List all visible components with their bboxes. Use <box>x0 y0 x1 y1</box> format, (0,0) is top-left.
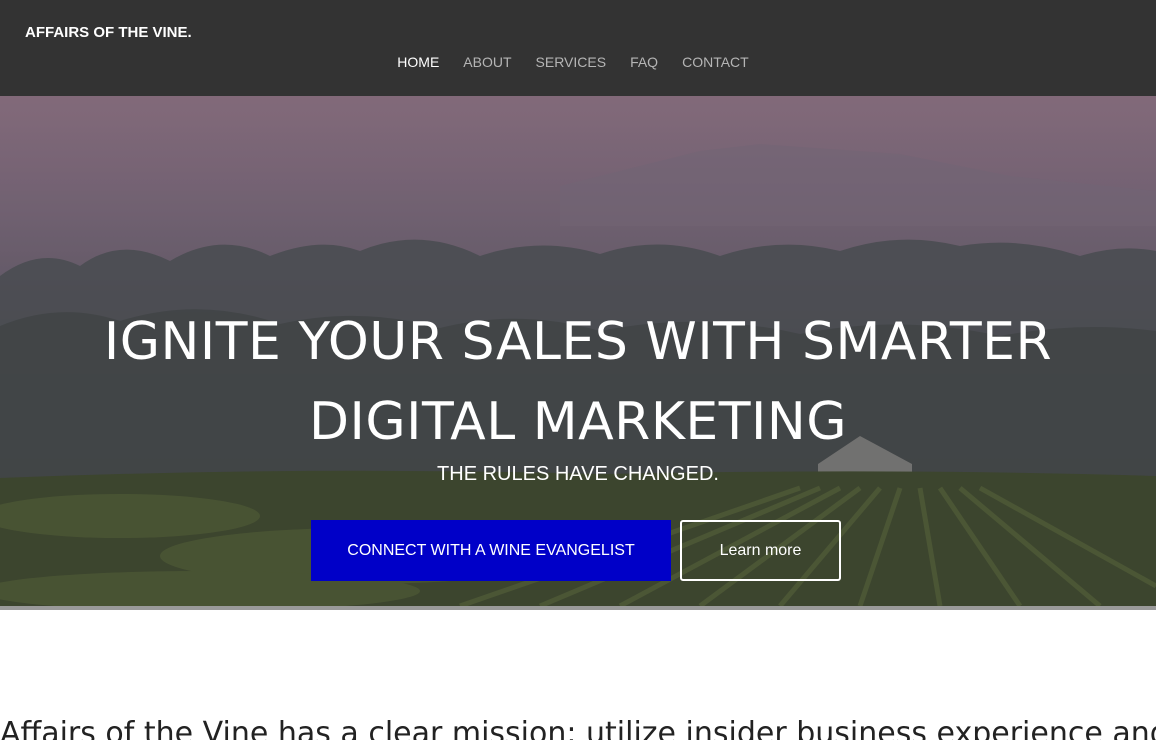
nav-home[interactable]: HOME <box>397 54 439 70</box>
site-header: AFFAIRS OF THE VINE. HOME ABOUT SERVICES… <box>0 0 1156 96</box>
nav-contact[interactable]: CONTACT <box>682 54 749 70</box>
nav-faq[interactable]: FAQ <box>630 54 658 70</box>
hero-subheadline: THE RULES HAVE CHANGED. <box>437 463 719 485</box>
hero-headline-line2: DIGITAL MARKETING <box>308 392 848 452</box>
mission-statement: Affairs of the Vine has a clear mission:… <box>0 716 1156 740</box>
hero-headline: IGNITE YOUR SALES WITH SMARTER DIGITAL M… <box>0 302 1156 462</box>
hero-headline-line1: IGNITE YOUR SALES WITH SMARTER <box>103 312 1053 372</box>
hero-section: IGNITE YOUR SALES WITH SMARTER DIGITAL M… <box>0 96 1156 606</box>
hero-divider <box>0 606 1156 610</box>
site-logo-text[interactable]: AFFAIRS OF THE VINE. <box>25 24 192 41</box>
learn-more-button[interactable]: Learn more <box>680 520 841 581</box>
nav-services[interactable]: SERVICES <box>536 54 607 70</box>
main-nav: HOME ABOUT SERVICES FAQ CONTACT <box>0 54 1146 70</box>
connect-evangelist-button[interactable]: CONNECT WITH A WINE EVANGELIST <box>311 520 671 581</box>
nav-about[interactable]: ABOUT <box>463 54 511 70</box>
